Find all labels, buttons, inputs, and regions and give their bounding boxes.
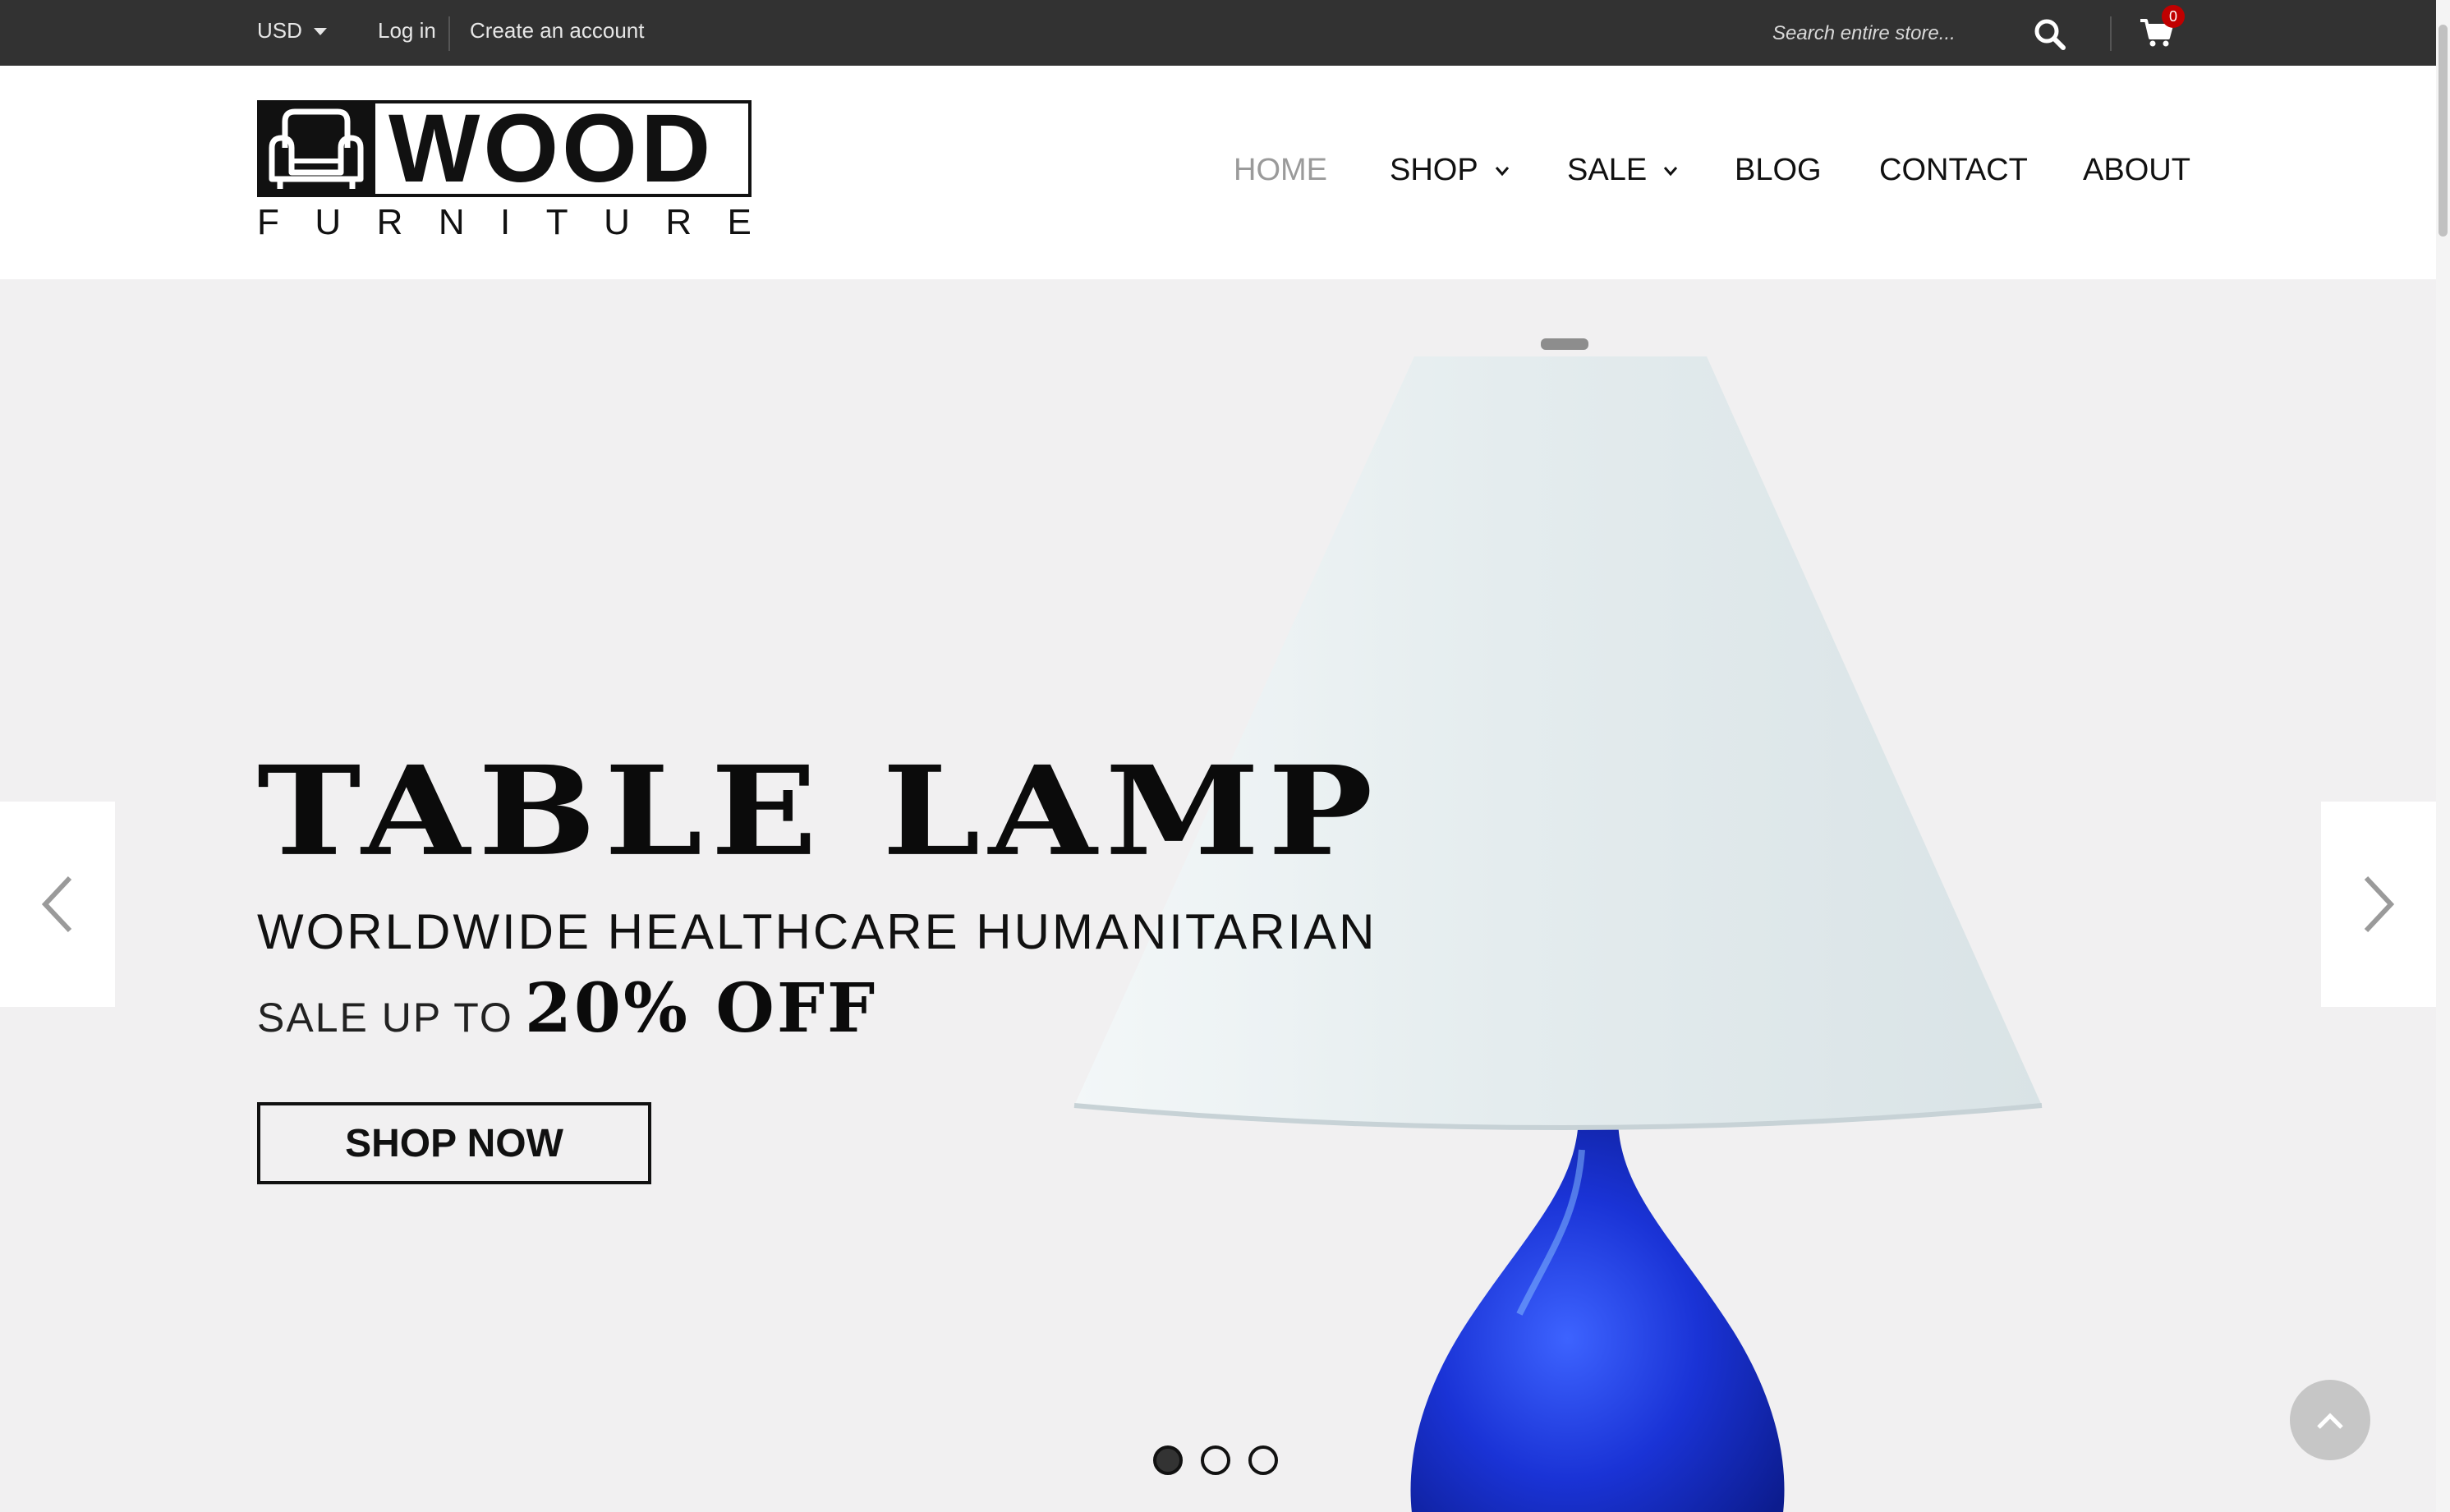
nav-item-shop[interactable]: SHOP (1390, 153, 1511, 188)
chevron-up-icon (2317, 1413, 2343, 1429)
divider (448, 16, 450, 51)
nav-item-home[interactable]: HOME (1234, 153, 1327, 188)
sale-amount: 20% OFF (524, 969, 878, 1048)
chevron-left-icon (41, 875, 72, 933)
logo-subtitle: F U R N I T U R E (257, 202, 752, 242)
login-link[interactable]: Log in (378, 18, 436, 44)
slider-dots (1153, 1445, 1278, 1475)
hero-subtitle: WORLDWIDE HEALTHCARE HUMANITARIAN (257, 904, 1377, 959)
hero-slider: TABLE LAMP WORLDWIDE HEALTHCARE HUMANITA… (0, 279, 2436, 1512)
slider-prev-button[interactable] (0, 802, 115, 1007)
page-scrollbar[interactable] (2436, 0, 2450, 1512)
slider-next-button[interactable] (2321, 802, 2436, 1007)
caret-down-icon (313, 28, 327, 35)
site-header: WOOD F U R N I T U R E HOME SHOP SALE BL… (0, 66, 2436, 279)
shop-now-button[interactable]: SHOP NOW (257, 1102, 651, 1184)
back-to-top-button[interactable] (2290, 1380, 2370, 1460)
chevron-right-icon (2364, 875, 2395, 933)
currency-selector[interactable]: USD (257, 18, 327, 44)
nav-item-blog[interactable]: BLOG (1735, 153, 1822, 188)
top-bar: USD Log in Create an account 0 (0, 0, 2436, 66)
search-icon (2034, 19, 2066, 50)
divider (2110, 16, 2112, 51)
slider-dot-2[interactable] (1201, 1445, 1230, 1475)
main-nav: HOME SHOP SALE BLOG CONTACT ABOUT (0, 153, 2436, 202)
chevron-down-icon (1495, 166, 1509, 176)
sale-prefix: SALE UP TO (257, 995, 513, 1041)
slider-dot-1[interactable] (1153, 1445, 1183, 1475)
cart-count-badge: 0 (2162, 5, 2185, 28)
search-button[interactable] (2032, 16, 2068, 53)
hero-title: TABLE LAMP (257, 739, 1381, 884)
hero-sale-line: SALE UP TO 20% OFF (257, 969, 877, 1048)
nav-item-contact[interactable]: CONTACT (1879, 153, 2028, 188)
slider-dot-3[interactable] (1248, 1445, 1278, 1475)
create-account-link[interactable]: Create an account (470, 18, 644, 44)
scrollbar-thumb[interactable] (2439, 25, 2448, 237)
search-input[interactable] (1758, 15, 2037, 53)
chevron-down-icon (1664, 166, 1678, 176)
nav-item-sale[interactable]: SALE (1567, 153, 1680, 188)
currency-label: USD (257, 18, 302, 43)
nav-item-about[interactable]: ABOUT (2083, 153, 2190, 188)
